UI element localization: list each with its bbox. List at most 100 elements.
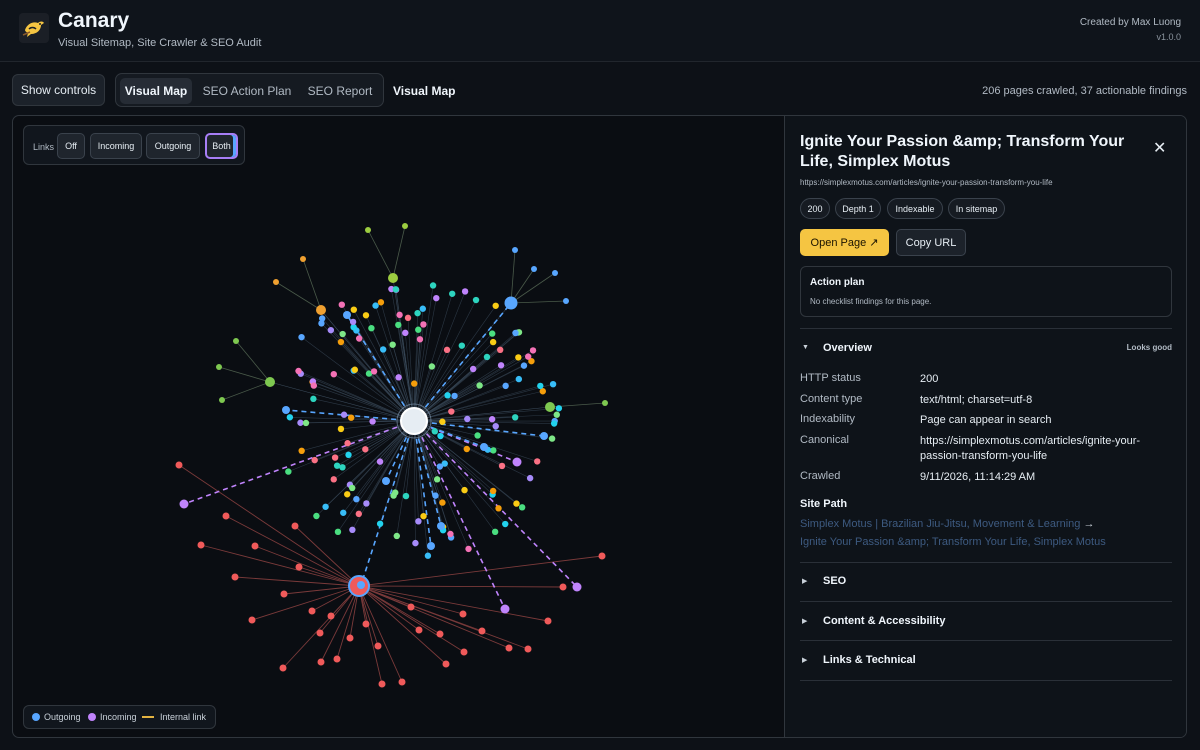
page-node[interactable] <box>559 583 567 591</box>
page-node[interactable] <box>310 382 318 389</box>
page-node[interactable] <box>363 500 370 507</box>
page-node[interactable] <box>362 620 370 628</box>
links-off-button[interactable]: Off <box>57 133 85 159</box>
page-node[interactable] <box>219 397 225 403</box>
page-node[interactable] <box>463 445 470 453</box>
page-node[interactable] <box>316 629 324 637</box>
page-node[interactable] <box>505 644 513 652</box>
page-node[interactable] <box>175 461 183 469</box>
outgoing-node[interactable] <box>540 432 548 440</box>
page-node[interactable] <box>285 468 292 475</box>
page-node[interactable] <box>439 499 446 506</box>
page-node[interactable] <box>345 451 352 459</box>
page-node[interactable] <box>411 380 418 387</box>
page-node[interactable] <box>447 530 454 538</box>
page-node[interactable] <box>297 419 304 426</box>
page-node[interactable] <box>489 338 497 346</box>
page-node[interactable] <box>295 563 303 571</box>
page-node[interactable] <box>298 333 305 341</box>
incoming-node[interactable] <box>500 604 510 614</box>
hub-node[interactable] <box>316 305 326 315</box>
page-node[interactable] <box>340 509 347 516</box>
page-node[interactable] <box>464 415 471 423</box>
outgoing-node[interactable] <box>357 581 365 589</box>
page-node[interactable] <box>431 428 439 435</box>
page-node[interactable] <box>437 432 444 440</box>
page-node[interactable] <box>414 309 421 317</box>
page-node[interactable] <box>555 405 563 412</box>
page-node[interactable] <box>251 542 259 550</box>
page-node[interactable] <box>330 476 337 483</box>
page-node[interactable] <box>378 680 386 688</box>
incoming-node[interactable] <box>512 457 522 467</box>
page-node[interactable] <box>402 329 409 337</box>
page-node[interactable] <box>552 270 558 276</box>
page-node[interactable] <box>512 247 518 253</box>
page-node[interactable] <box>340 411 348 418</box>
page-node[interactable] <box>502 382 509 390</box>
page-node[interactable] <box>476 382 483 389</box>
page-node[interactable] <box>395 374 402 381</box>
incoming-node[interactable] <box>572 582 582 592</box>
page-node[interactable] <box>349 318 357 326</box>
outgoing-node[interactable] <box>437 522 445 530</box>
page-node[interactable] <box>393 532 401 540</box>
tab-seo-report[interactable]: SEO Report <box>302 78 378 104</box>
page-node[interactable] <box>330 370 337 378</box>
hub-node[interactable] <box>545 402 555 412</box>
page-node[interactable] <box>390 492 397 499</box>
page-node[interactable] <box>472 296 480 304</box>
page-node[interactable] <box>529 347 537 354</box>
page-node[interactable] <box>216 364 222 370</box>
open-page-button[interactable]: Open Page ↗ <box>800 229 889 256</box>
visual-map[interactable]: Links Off Incoming Outgoing Both Outgoin… <box>13 116 784 737</box>
page-node[interactable] <box>449 290 456 297</box>
page-node[interactable] <box>515 354 522 361</box>
page-node[interactable] <box>353 495 360 503</box>
page-node[interactable] <box>348 484 356 492</box>
page-node[interactable] <box>291 522 299 530</box>
page-node[interactable] <box>313 512 320 520</box>
page-node[interactable] <box>428 363 436 370</box>
page-node[interactable] <box>490 447 497 454</box>
page-node[interactable] <box>362 312 370 319</box>
page-node[interactable] <box>369 418 376 425</box>
page-node[interactable] <box>322 503 329 510</box>
page-node[interactable] <box>489 487 497 495</box>
page-node[interactable] <box>531 266 537 272</box>
page-node[interactable] <box>432 492 439 499</box>
page-node[interactable] <box>395 321 402 329</box>
page-node[interactable] <box>222 512 230 520</box>
page-node[interactable] <box>478 627 486 635</box>
page-node[interactable] <box>365 227 371 233</box>
links-both-button[interactable]: Both <box>205 133 238 159</box>
outgoing-node[interactable] <box>427 542 435 550</box>
page-node[interactable] <box>402 492 410 500</box>
incoming-node[interactable] <box>179 499 189 509</box>
page-node[interactable] <box>368 324 375 332</box>
selected-page-node[interactable] <box>400 407 428 435</box>
page-node[interactable] <box>525 353 532 360</box>
page-node[interactable] <box>233 338 239 344</box>
page-node[interactable] <box>344 491 351 498</box>
page-node[interactable] <box>526 474 534 482</box>
page-node[interactable] <box>550 420 558 427</box>
page-node[interactable] <box>308 607 316 615</box>
page-node[interactable] <box>563 298 569 304</box>
page-node[interactable] <box>337 338 345 346</box>
outgoing-node[interactable] <box>282 406 290 414</box>
page-node[interactable] <box>511 414 519 421</box>
page-node[interactable] <box>515 375 523 383</box>
page-node[interactable] <box>424 552 432 559</box>
links-incoming-button[interactable]: Incoming <box>90 133 142 159</box>
page-node[interactable] <box>518 504 526 511</box>
page-node[interactable] <box>362 446 369 453</box>
page-node[interactable] <box>513 500 520 507</box>
page-node[interactable] <box>379 346 387 353</box>
page-node[interactable] <box>488 416 496 423</box>
tab-seo-action-plan[interactable]: SEO Action Plan <box>199 78 295 104</box>
page-node[interactable] <box>376 520 384 527</box>
page-node[interactable] <box>512 329 519 337</box>
page-node[interactable] <box>344 440 351 447</box>
page-node[interactable] <box>520 362 528 369</box>
